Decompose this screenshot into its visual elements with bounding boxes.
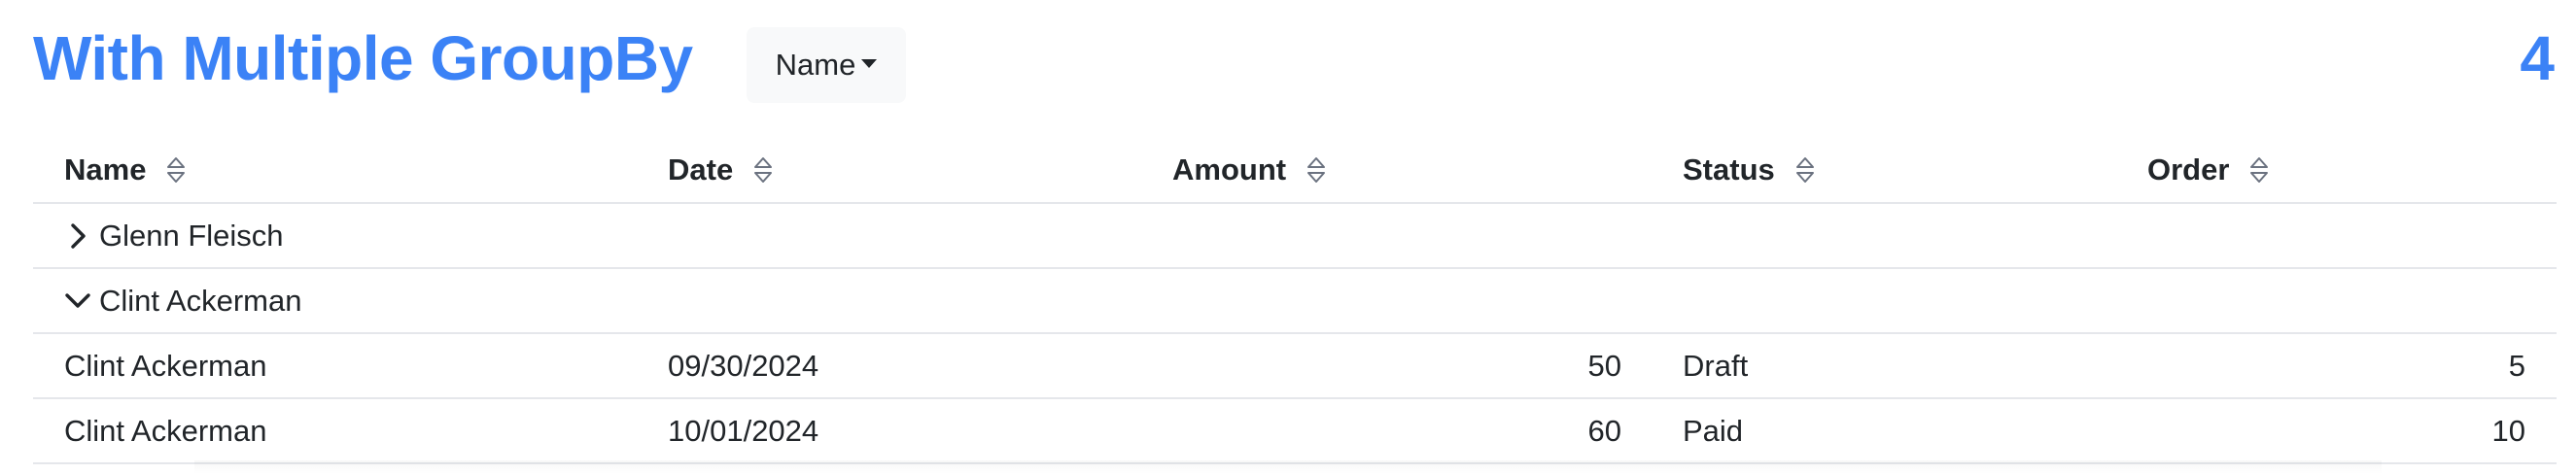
page-title: With Multiple GroupBy	[33, 23, 693, 93]
column-header-label: Order	[2147, 152, 2230, 186]
table-row[interactable]: Clint Ackerman 09/30/2024 50 Draft 5	[33, 334, 2557, 399]
cell-status: Draft	[1683, 348, 1749, 383]
groupby-dropdown-label: Name	[775, 48, 856, 82]
cell-amount: 60	[1587, 413, 1621, 448]
sort-icon[interactable]	[165, 154, 187, 186]
cell-name: Clint Ackerman	[64, 348, 267, 383]
cell-order: 5	[2508, 348, 2525, 383]
caret-down-icon	[861, 58, 878, 68]
column-header-amount[interactable]: Amount	[1172, 152, 1327, 187]
group-label: Glenn Fleisch	[99, 218, 284, 253]
table-header-row: Name Date Amount Status Order	[33, 138, 2557, 204]
groupby-dropdown-button[interactable]: Name	[747, 27, 906, 103]
cell-amount: 50	[1587, 348, 1621, 383]
sort-icon[interactable]	[1794, 154, 1816, 186]
header: With Multiple GroupBy Name 4	[33, 19, 2555, 107]
page: With Multiple GroupBy Name 4 Name Date A…	[0, 0, 2576, 474]
cell-order: 10	[2491, 413, 2525, 448]
column-header-label: Status	[1683, 152, 1775, 186]
column-header-date[interactable]: Date	[668, 152, 774, 187]
cell-status: Paid	[1683, 413, 1744, 448]
chevron-down-icon[interactable]	[64, 288, 91, 315]
table-row[interactable]: Clint Ackerman 10/01/2024 60 Paid 10	[33, 399, 2557, 464]
cell-date: 10/01/2024	[668, 413, 819, 448]
sort-icon[interactable]	[752, 154, 774, 186]
group-row[interactable]: Glenn Fleisch	[33, 204, 2557, 269]
column-header-status[interactable]: Status	[1683, 152, 1816, 187]
group-row[interactable]: Clint Ackerman	[33, 269, 2557, 334]
chevron-right-icon[interactable]	[64, 222, 91, 250]
cell-name: Clint Ackerman	[64, 413, 267, 448]
record-count: 4	[2520, 23, 2555, 93]
column-header-label: Name	[64, 152, 147, 186]
column-header-label: Amount	[1172, 152, 1287, 186]
sort-icon[interactable]	[1305, 154, 1327, 186]
sort-icon[interactable]	[2248, 154, 2270, 186]
group-toggle[interactable]: Clint Ackerman	[64, 284, 301, 319]
column-header-order[interactable]: Order	[2147, 152, 2270, 187]
scroll-shadow	[194, 460, 2382, 474]
column-header-name[interactable]: Name	[64, 152, 187, 187]
column-header-label: Date	[668, 152, 734, 186]
cell-date: 09/30/2024	[668, 348, 819, 383]
data-table: Name Date Amount Status Order Glenn Flei…	[33, 138, 2557, 464]
group-toggle[interactable]: Glenn Fleisch	[64, 219, 284, 254]
group-label: Clint Ackerman	[99, 283, 302, 318]
